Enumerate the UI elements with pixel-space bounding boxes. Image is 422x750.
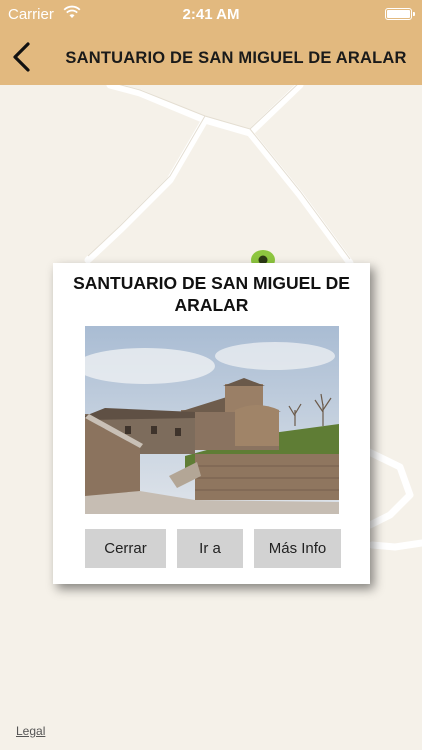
status-time: 2:41 AM — [182, 6, 240, 23]
chevron-left-icon — [13, 42, 30, 72]
more-info-button[interactable]: Más Info — [254, 529, 341, 568]
battery-icon — [385, 8, 415, 20]
popup-title: SANTUARIO DE SAN MIGUEL DE ARALAR — [73, 273, 350, 315]
status-bar: Carrier 2:41 AM — [0, 0, 422, 30]
go-to-button[interactable]: Ir a — [177, 529, 243, 568]
close-button[interactable]: Cerrar — [85, 529, 166, 568]
place-popup: SANTUARIO DE SAN MIGUEL DE ARALAR Cerrar… — [53, 263, 370, 584]
page-title: SANTUARIO DE SAN MIGUEL DE ARALAR — [65, 49, 407, 67]
legal-link[interactable]: Legal — [16, 724, 45, 738]
nav-bar: SANTUARIO DE SAN MIGUEL DE ARALAR — [0, 30, 422, 85]
back-button[interactable] — [8, 41, 38, 73]
place-photo — [85, 326, 339, 514]
